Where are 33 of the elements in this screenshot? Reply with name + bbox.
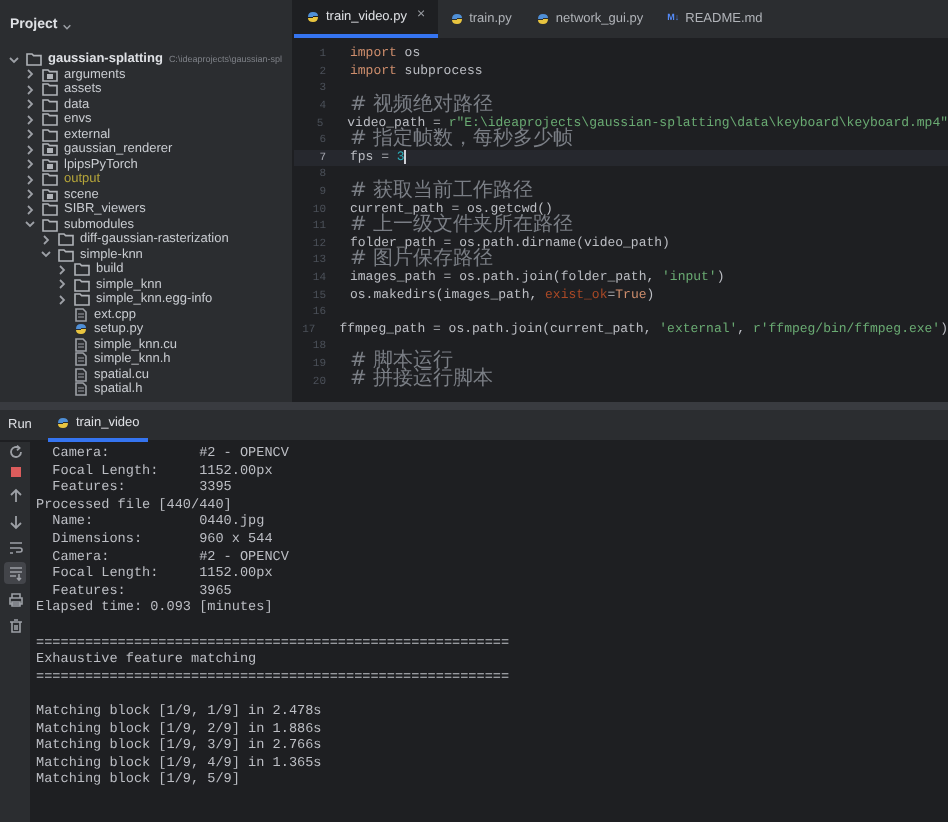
python-file-icon <box>306 10 320 24</box>
chevron-down-icon[interactable] <box>61 21 72 31</box>
code-comment: # 图片保存路径 <box>350 251 494 270</box>
trash-button[interactable] <box>4 614 26 636</box>
code-comment: # 获取当前工作路径 <box>350 183 534 202</box>
print-button[interactable] <box>4 588 26 610</box>
text-cursor <box>404 149 407 164</box>
chevron-down-icon[interactable] <box>40 248 52 261</box>
chevron-down-icon[interactable] <box>8 53 20 66</box>
module-folder-icon <box>42 187 58 202</box>
arrow-up-icon <box>7 487 23 503</box>
chevron-right-icon[interactable] <box>40 233 52 246</box>
python-file-icon <box>74 322 88 337</box>
python-file-icon <box>535 12 550 26</box>
arrow-down-button[interactable] <box>4 510 26 532</box>
trash-icon <box>7 617 23 633</box>
wrap-icon <box>7 539 23 555</box>
rerun-icon[interactable] <box>7 444 23 460</box>
module-folder-icon <box>42 67 58 82</box>
python-file-icon <box>55 416 70 430</box>
arrow-down-icon <box>7 513 23 529</box>
scroll-end-button[interactable] <box>4 562 26 584</box>
file-icon <box>74 307 88 322</box>
code-comment: # 拼接运行脚本 <box>350 372 494 391</box>
code-comment: # 视频绝对路径 <box>350 97 494 116</box>
code-comment: # 上一级文件夹所在路径 <box>350 217 574 236</box>
python-file-icon <box>449 12 464 26</box>
chevron-down-icon[interactable] <box>24 218 36 231</box>
wrap-button[interactable] <box>4 536 26 558</box>
print-icon <box>7 591 23 607</box>
stop-icon[interactable] <box>7 464 23 480</box>
scroll-end-icon <box>7 565 23 581</box>
code-comment: # 指定帧数，每秒多少帧 <box>350 131 574 150</box>
